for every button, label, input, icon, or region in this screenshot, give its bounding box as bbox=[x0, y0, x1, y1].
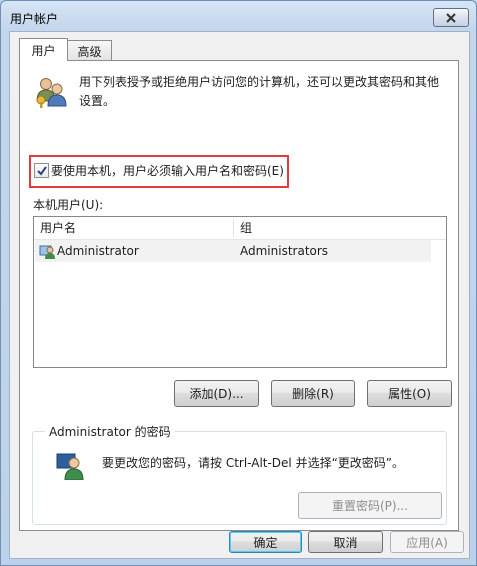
column-group[interactable]: 组 bbox=[234, 217, 252, 239]
properties-button[interactable]: 属性(O) bbox=[367, 380, 452, 407]
password-instruction: 要更改您的密码，请按 Ctrl-Alt-Del 并选择“更改密码”。 bbox=[102, 456, 405, 470]
ok-button[interactable]: 确定 bbox=[229, 531, 302, 553]
password-group-title: Administrator 的密码 bbox=[45, 423, 175, 440]
tab-advanced-label: 高级 bbox=[77, 44, 102, 59]
table-row[interactable]: Administrator Administrators bbox=[35, 240, 431, 262]
apply-button[interactable]: 应用(A) bbox=[390, 531, 464, 553]
close-icon bbox=[446, 12, 456, 23]
tab-users[interactable]: 用户 bbox=[19, 38, 68, 61]
users-list[interactable]: 用户名 组 Administrator Administrators bbox=[33, 216, 447, 368]
tab-advanced[interactable]: 高级 bbox=[67, 40, 112, 61]
column-username[interactable]: 用户名 bbox=[34, 217, 76, 239]
tab-users-label: 用户 bbox=[31, 43, 56, 58]
list-header: 用户名 组 bbox=[34, 217, 446, 240]
users-icon bbox=[36, 78, 67, 108]
checkmark-icon bbox=[36, 165, 47, 176]
window-title: 用户帐户 bbox=[10, 12, 59, 26]
dialog-body: 用户 高级 用下列表授予或拒绝用户访问您的计算机，还可以更改其密码和其他设置。 bbox=[9, 31, 470, 559]
user-name-cell: Administrator bbox=[57, 244, 139, 258]
add-user-button[interactable]: 添加(D)... bbox=[174, 380, 259, 407]
title-bar[interactable]: 用户帐户 bbox=[1, 1, 476, 31]
description-text: 用下列表授予或拒绝用户访问您的计算机，还可以更改其密码和其他设置。 bbox=[79, 75, 440, 108]
close-button[interactable] bbox=[433, 8, 469, 27]
delete-user-button[interactable]: 删除(R) bbox=[271, 380, 355, 407]
user-account-icon bbox=[39, 245, 55, 259]
local-users-label: 本机用户(U): bbox=[33, 198, 104, 212]
reset-password-button[interactable]: 重置密码(P)... bbox=[298, 492, 442, 519]
user-accounts-window: 用户帐户 用户 高级 用下列表授予或拒绝用户访问您的计算机，还可以更改其密码和其… bbox=[0, 0, 477, 566]
user-group-cell: Administrators bbox=[240, 244, 329, 258]
require-login-checkbox[interactable] bbox=[34, 163, 49, 178]
require-login-label[interactable]: 要使用本机，用户必须输入用户名和密码(E) bbox=[51, 162, 284, 179]
users-tab-panel: 用下列表授予或拒绝用户访问您的计算机，还可以更改其密码和其他设置。 要使用本机，… bbox=[19, 60, 459, 531]
cancel-button[interactable]: 取消 bbox=[308, 531, 383, 553]
user-password-icon bbox=[56, 453, 84, 480]
